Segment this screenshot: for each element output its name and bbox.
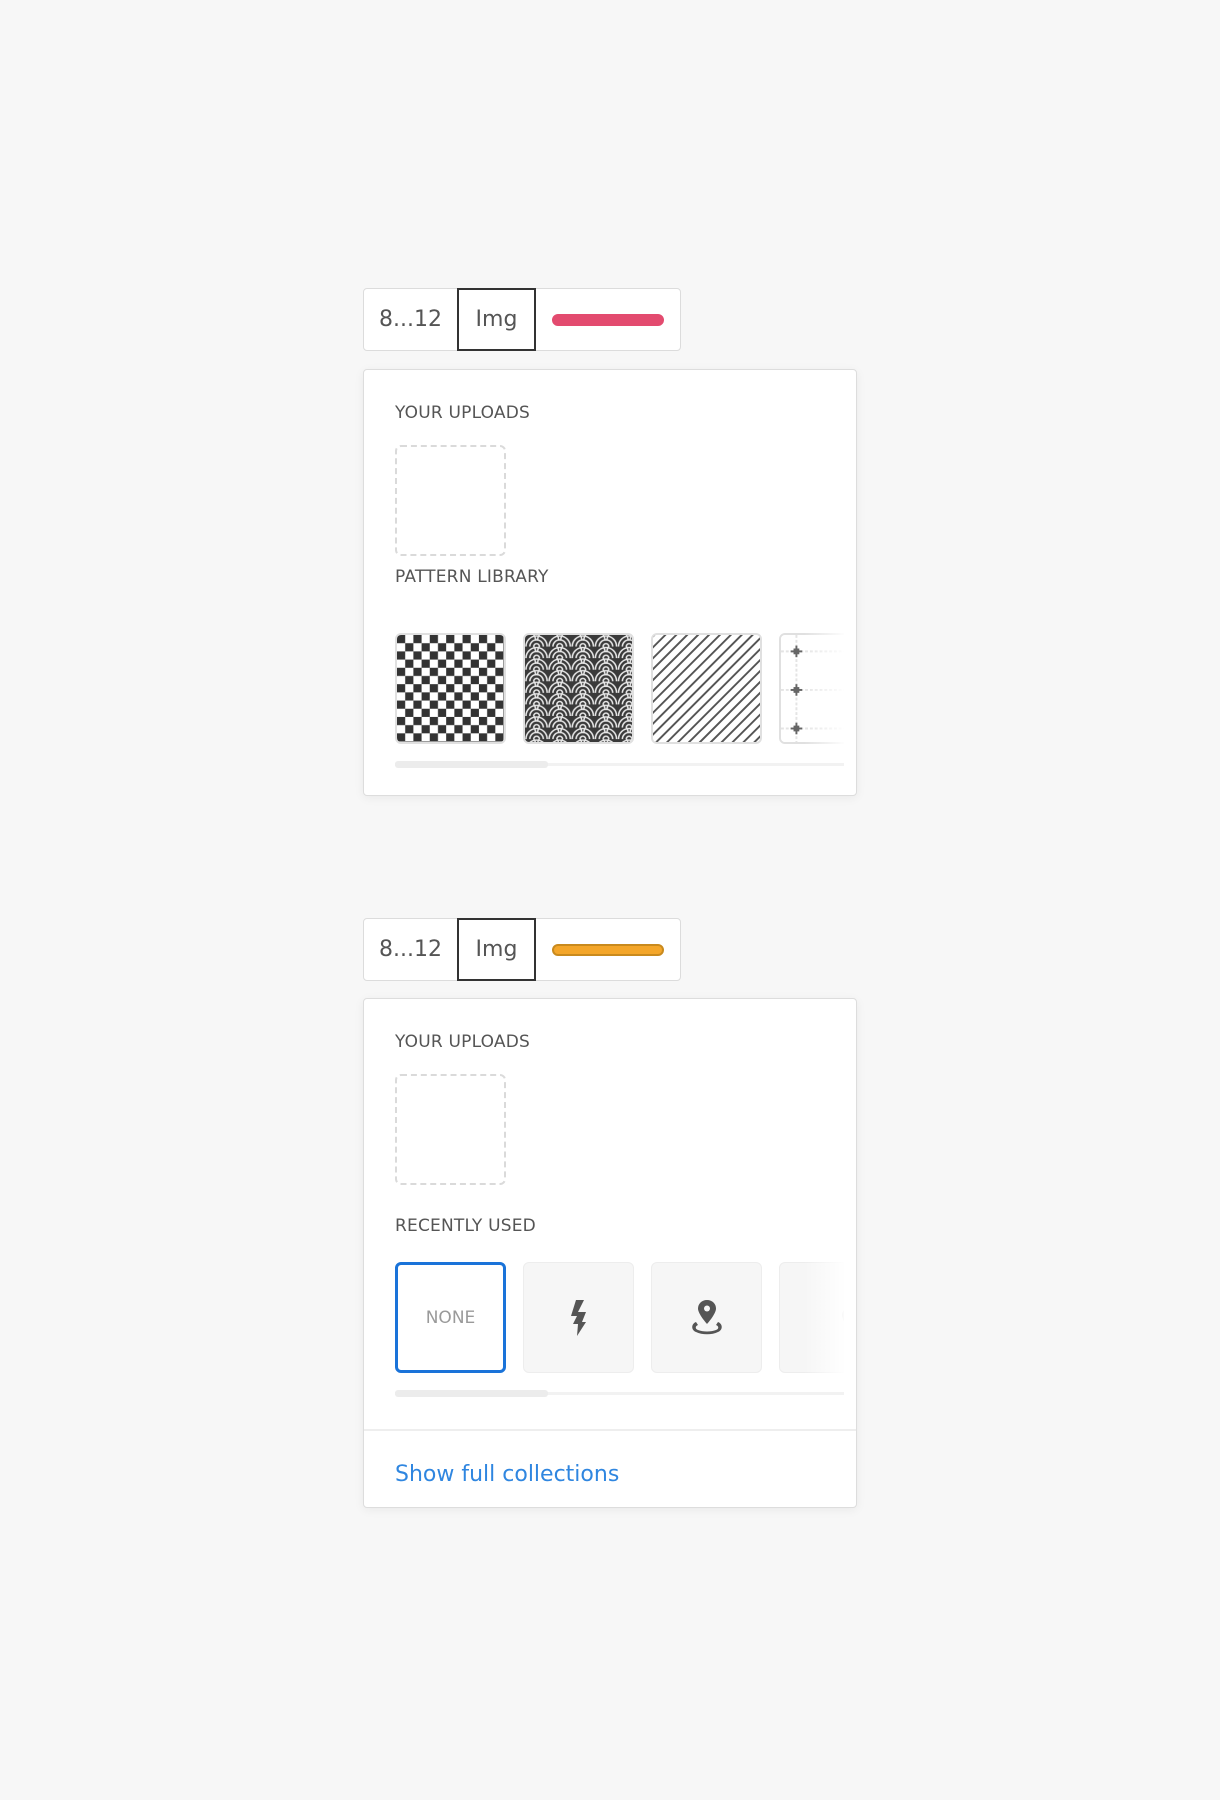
pattern-toolbar: 8...12 Img (363, 288, 681, 351)
pattern-tile-plus-grid[interactable] (779, 633, 844, 744)
image-picker-panel: YOUR UPLOADS PATTERN LIBRARY (363, 369, 857, 796)
diagonal-stripe-pattern-icon (653, 635, 760, 742)
scrollbar-thumb[interactable] (395, 1390, 548, 1397)
color-swatch-button[interactable] (536, 289, 680, 350)
recently-used-heading: RECENTLY USED (395, 1216, 536, 1236)
recent-item-lightning[interactable] (523, 1262, 634, 1373)
recent-item-none[interactable]: NONE (395, 1262, 506, 1373)
wave-pattern-icon (525, 635, 632, 742)
uploads-heading: YOUR UPLOADS (395, 1032, 531, 1052)
plus-grid-pattern-icon (781, 635, 844, 742)
map-pins-icon (841, 1309, 844, 1322)
recent-scrollbar[interactable] (395, 1390, 844, 1397)
pattern-strip (395, 633, 844, 746)
pattern-scrollbar[interactable] (395, 761, 844, 768)
image-fill-button[interactable]: Img (457, 918, 536, 981)
pattern-library-heading: PATTERN LIBRARY (395, 567, 549, 587)
pattern-tile-checker[interactable] (395, 633, 506, 744)
pattern-tile-stripes[interactable] (651, 633, 762, 744)
pattern-tile-waves[interactable] (523, 633, 634, 744)
image-picker-panel: YOUR UPLOADS RECENTLY USED NONE Show ful… (363, 998, 857, 1508)
show-full-collections-link[interactable]: Show full collections (395, 1462, 619, 1487)
size-selector[interactable]: 8...12 (364, 289, 457, 350)
recent-item-map-pin[interactable] (651, 1262, 762, 1373)
none-label: NONE (425, 1307, 476, 1328)
scrollbar-thumb[interactable] (395, 761, 548, 768)
pattern-toolbar: 8...12 Img (363, 918, 681, 981)
color-swatch (552, 313, 664, 326)
footer-divider (364, 1429, 856, 1431)
checker-pattern-icon (397, 635, 504, 742)
uploads-heading: YOUR UPLOADS (395, 403, 531, 423)
image-fill-button[interactable]: Img (457, 288, 536, 351)
size-selector[interactable]: 8...12 (364, 919, 457, 980)
upload-dropzone[interactable] (395, 445, 506, 556)
map-pin-icon (691, 1299, 722, 1334)
recent-item-map-pins[interactable] (779, 1262, 844, 1373)
lightning-icon (570, 1299, 586, 1336)
color-swatch-button[interactable] (536, 919, 680, 980)
upload-dropzone[interactable] (395, 1074, 506, 1185)
recent-strip: NONE (395, 1262, 844, 1375)
color-swatch (552, 943, 664, 956)
